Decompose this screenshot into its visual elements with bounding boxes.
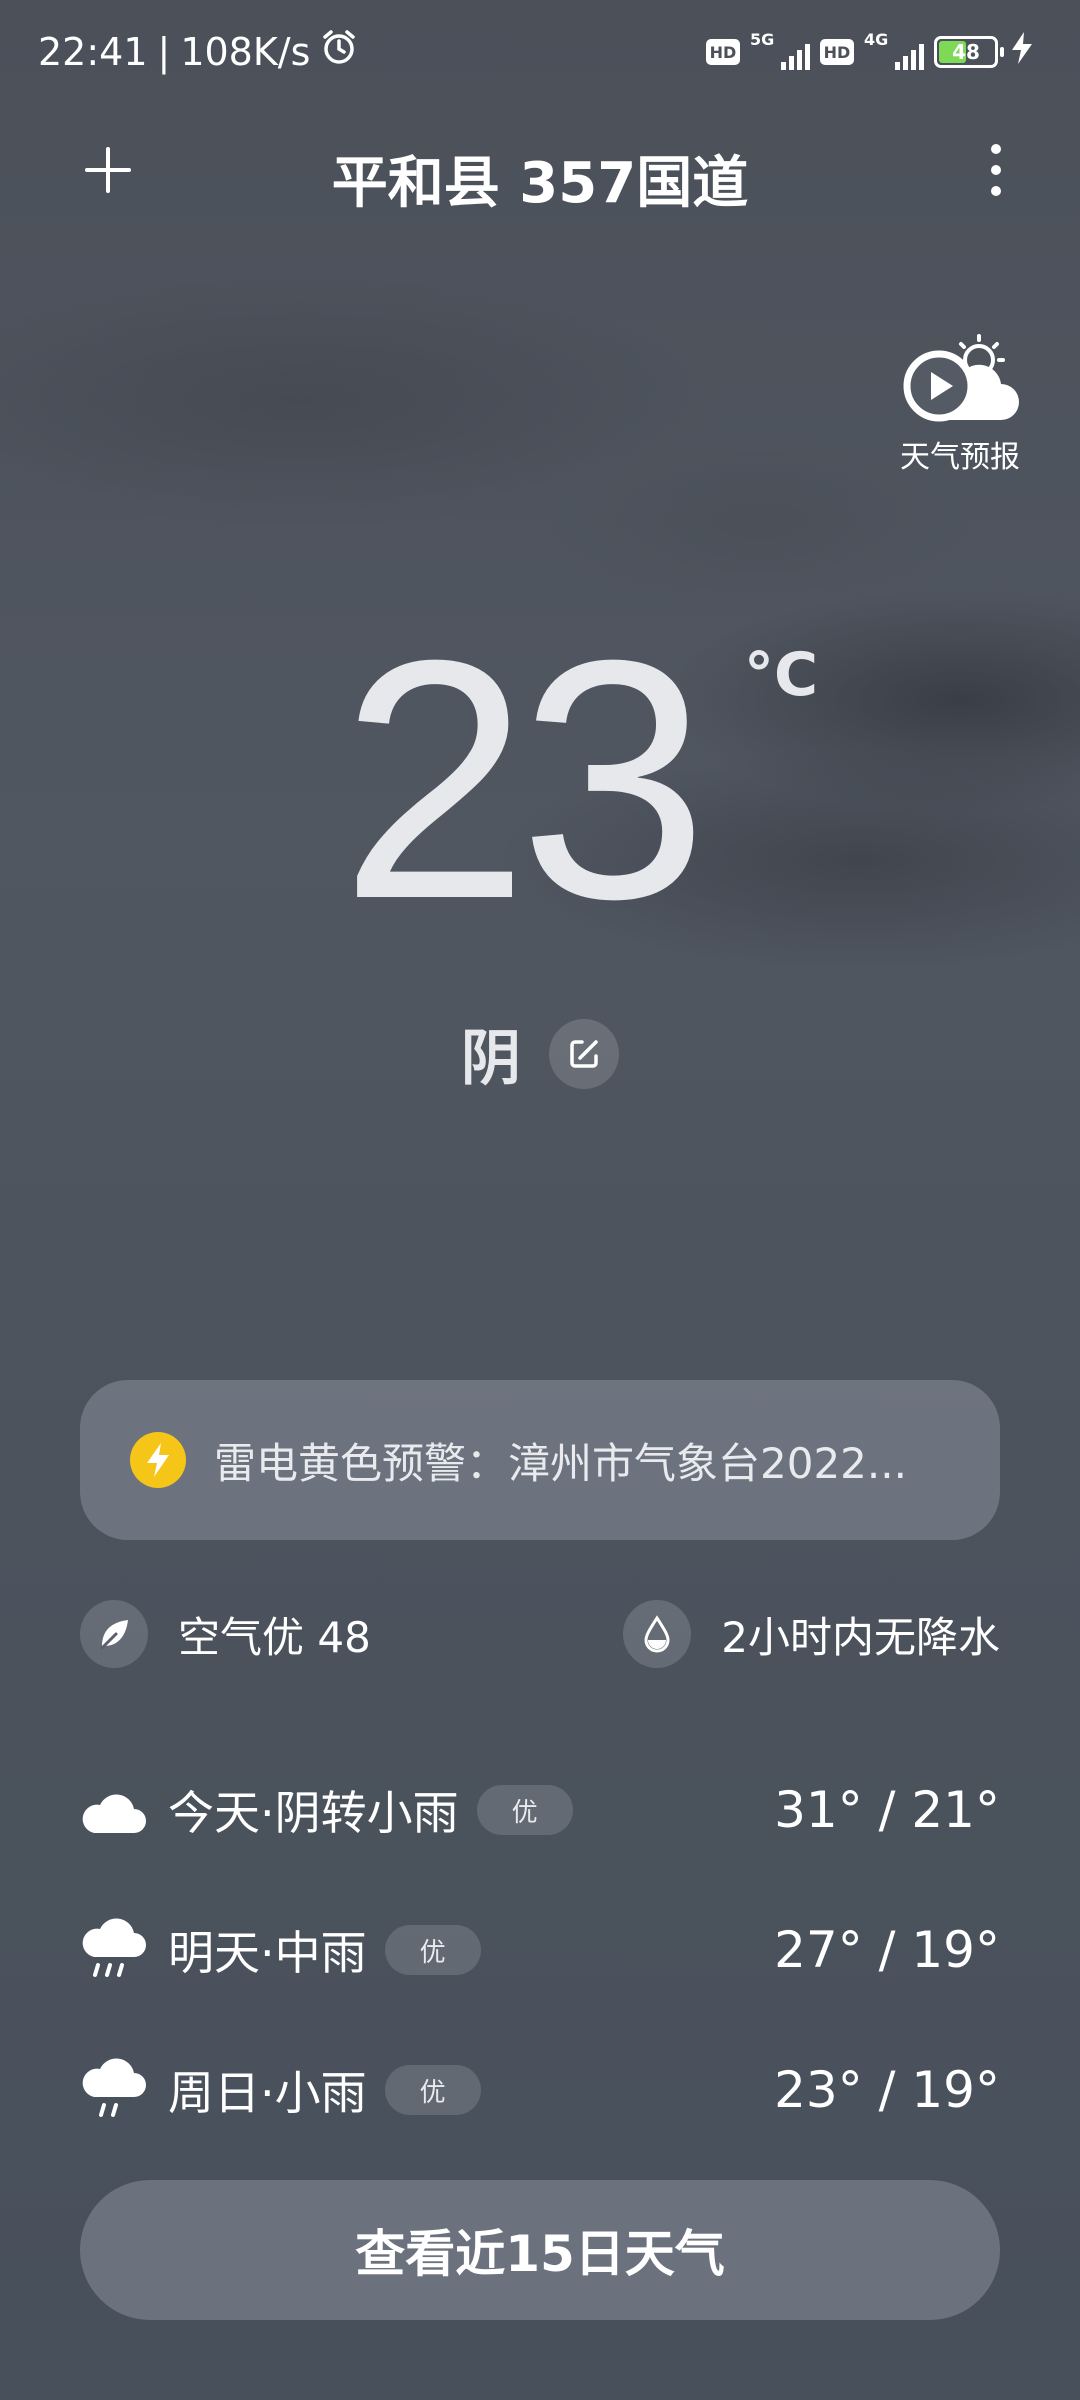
cloud-icon xyxy=(80,1777,146,1843)
status-left: 22:41 | 108K/s xyxy=(38,28,358,75)
network-speed: 108K/s xyxy=(180,29,311,74)
warning-text: 雷电黄色预警：漳州市气象台2022... xyxy=(214,1438,907,1488)
status-separator: | xyxy=(157,29,171,74)
alarm-icon xyxy=(320,28,358,75)
signal-icon: 4G xyxy=(864,30,924,74)
forecast-day-label: 周日·小雨 xyxy=(168,2066,367,2120)
status-right: HD 5G HD 4G 48 xyxy=(706,30,1036,74)
precipitation-item[interactable]: 2小时内无降水 xyxy=(623,1600,1000,1668)
status-time: 22:41 xyxy=(38,29,148,74)
precipitation-text: 2小时内无降水 xyxy=(721,1612,1000,1662)
more-dot-icon xyxy=(991,144,1001,154)
battery-icon: 48 xyxy=(934,36,1004,68)
aq-badge: 优 xyxy=(384,1925,481,1975)
hd-icon: HD xyxy=(706,39,740,65)
hd-icon: HD xyxy=(820,39,854,65)
lightning-icon xyxy=(130,1432,186,1488)
signal-icon: 5G xyxy=(750,30,810,74)
forecast-day-label: 明天·中雨 xyxy=(168,1926,367,1980)
current-condition: 阴 xyxy=(461,1024,521,1094)
current-temperature-block: 23 °C xyxy=(0,610,1080,950)
forecast-temperature: 27° / 19° xyxy=(774,1921,1000,1979)
status-bar: 22:41 | 108K/s HD 5G HD 4G 48 xyxy=(0,0,1080,110)
play-cloud-icon xyxy=(890,330,1030,426)
more-dot-icon xyxy=(991,186,1001,196)
edit-feedback-button[interactable] xyxy=(549,1018,619,1089)
temperature-unit: °C xyxy=(744,640,819,710)
forecast-row-today[interactable]: 今天·阴转小雨 优 31° / 21° xyxy=(80,1740,1000,1880)
aq-badge: 优 xyxy=(384,2065,481,2115)
forecast-temperature: 31° / 21° xyxy=(774,1781,1000,1839)
weather-warning-card[interactable]: 雷电黄色预警：漳州市气象台2022... xyxy=(80,1380,1000,1540)
charging-icon xyxy=(1008,30,1036,74)
more-dot-icon xyxy=(991,165,1001,175)
more-menu-button[interactable] xyxy=(976,138,1016,202)
forecast-row-tomorrow[interactable]: 明天·中雨 优 27° / 19° xyxy=(80,1880,1000,2020)
raindrop-icon xyxy=(623,1600,692,1668)
forecast-day-label: 今天·阴转小雨 xyxy=(168,1786,459,1840)
weather-forecast-video-button[interactable]: 天气预报 xyxy=(890,330,1030,475)
daily-forecast-list: 今天·阴转小雨 优 31° / 21° 明天·中雨 优 27° / 19° 周日… xyxy=(80,1740,1000,2160)
forecast-row-sunday[interactable]: 周日·小雨 优 23° / 19° xyxy=(80,2020,1000,2160)
aq-badge: 优 xyxy=(476,1785,573,1835)
air-quality-text: 空气优 48 xyxy=(178,1612,371,1662)
leaf-icon xyxy=(80,1600,148,1668)
view-15-day-forecast-button[interactable]: 查看近15日天气 xyxy=(80,2180,1000,2320)
network-type-label: 5G xyxy=(750,30,775,49)
info-row: 空气优 48 2小时内无降水 xyxy=(80,1600,1000,1672)
edit-icon xyxy=(570,1039,598,1068)
network-type-label: 4G xyxy=(864,30,889,49)
air-quality-item[interactable]: 空气优 48 xyxy=(80,1600,371,1668)
light-rain-icon xyxy=(80,2057,146,2123)
moderate-rain-icon xyxy=(80,1917,146,1983)
battery-level: 48 xyxy=(952,40,980,64)
forecast-video-label: 天气预报 xyxy=(900,440,1020,475)
header: 平和县 357国道 xyxy=(0,120,1080,220)
page-title: 平和县 357国道 xyxy=(331,151,749,216)
current-temperature: 23 xyxy=(340,590,708,970)
forecast-temperature: 23° / 19° xyxy=(774,2061,1000,2119)
current-condition-row: 阴 xyxy=(0,1010,1080,1097)
